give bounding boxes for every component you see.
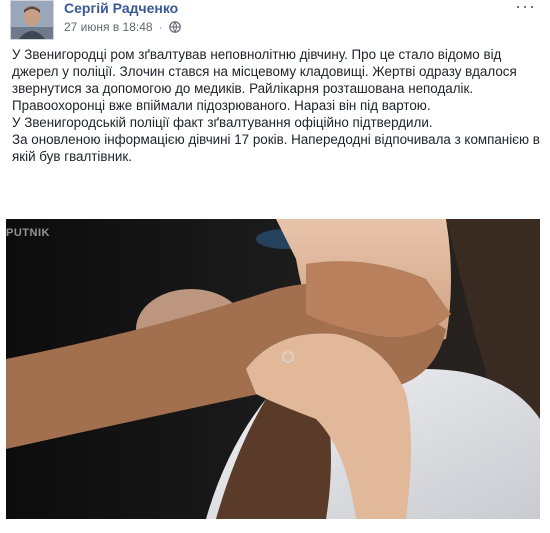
globe-icon[interactable] (168, 21, 181, 33)
post-paragraph: У Звенигородці ром зґвалтував неповноліт… (12, 47, 517, 113)
post-timestamp[interactable]: 27 июня в 18:48 (64, 20, 153, 34)
facebook-post: Сергій Радченко 27 июня в 18:48 · ··· У … (0, 0, 550, 533)
post-paragraph: За оновленою інформацією дівчині 17 рокі… (12, 132, 540, 164)
avatar[interactable] (10, 0, 54, 40)
post-paragraph: У Звенигородській поліції факт зґвалтува… (12, 115, 433, 130)
more-options-icon[interactable]: ··· (515, 0, 536, 15)
photo-watermark: PUTNIK (6, 227, 50, 239)
meta-separator: · (158, 20, 163, 34)
author-name[interactable]: Сергій Радченко (64, 0, 178, 16)
post-photo[interactable]: PUTNIK (6, 219, 540, 519)
post-meta: 27 июня в 18:48 · (64, 20, 181, 34)
post-header: Сергій Радченко 27 июня в 18:48 · ··· (0, 0, 550, 44)
post-text: У Звенигородці ром зґвалтував неповноліт… (12, 46, 542, 165)
avatar-image (11, 1, 53, 39)
photo-image (6, 219, 540, 519)
